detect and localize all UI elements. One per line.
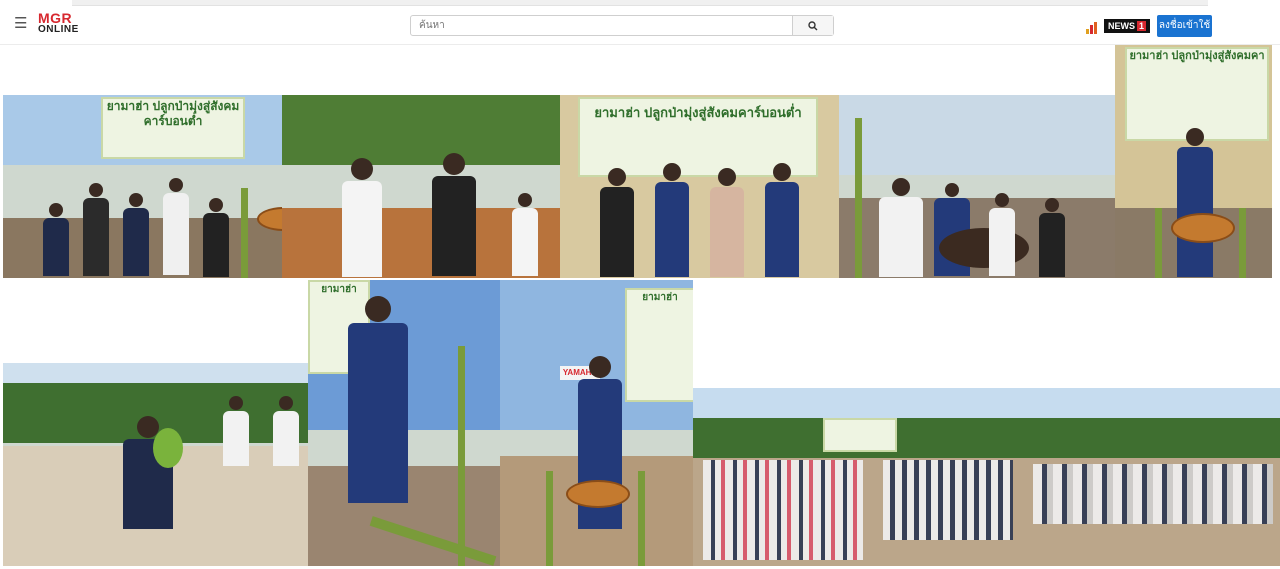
logo-top-text: MGR: [38, 10, 73, 26]
search-input[interactable]: [411, 16, 809, 35]
gallery-photo-9[interactable]: [693, 388, 1280, 566]
search-button[interactable]: [792, 16, 833, 35]
gallery-photo-7[interactable]: ยามาฮ่า: [308, 280, 500, 566]
site-header: ☰ MGR ONLINE NEWS1 ลงชื่อเข้าใช้: [0, 6, 1280, 45]
event-banner: ยามาฮ่า ปลูกป่ามุ่งสู่สังคมคาร์บอนต่ำ: [101, 97, 245, 159]
gallery-photo-1[interactable]: ยามาฮ่า ปลูกป่ามุ่งสู่สังคมคาร์บอนต่ำ: [3, 95, 282, 278]
hamburger-menu-icon[interactable]: ☰: [14, 16, 27, 32]
event-banner: [823, 418, 897, 452]
event-banner: ยามาฮ่า ปลูกป่ามุ่งสู่สังคมคา: [1125, 47, 1269, 141]
bar-chart-icon[interactable]: [1086, 22, 1098, 34]
gallery-photo-6[interactable]: [3, 363, 308, 566]
logo-bottom-text: ONLINE: [38, 24, 79, 35]
login-button[interactable]: ลงชื่อเข้าใช้: [1157, 15, 1212, 37]
search-icon: [808, 20, 818, 30]
news-badge-label: NEWS: [1108, 21, 1135, 31]
site-logo[interactable]: MGR ONLINE: [38, 10, 84, 38]
banner-text: ยามาฮ่า ปลูกป่ามุ่งสู่สังคมคาร์บอนต่ำ: [106, 99, 240, 128]
gallery-photo-2[interactable]: [282, 95, 560, 278]
news1-badge[interactable]: NEWS 1: [1104, 19, 1151, 33]
gallery-photo-3[interactable]: ยามาฮ่า ปลูกป่ามุ่งสู่สังคมคาร์บอนต่ำ: [560, 95, 839, 278]
search-box: [410, 15, 834, 36]
gallery-photo-8[interactable]: ยามาฮ่า YAMAHA: [500, 280, 693, 566]
banner-text: ยามาฮ่า ปลูกป่ามุ่งสู่สังคมคา: [1129, 50, 1265, 62]
gallery-photo-4[interactable]: [839, 95, 1115, 278]
banner-text: ยามาฮ่า ปลูกป่ามุ่งสู่สังคมคาร์บอนต่ำ: [594, 105, 802, 120]
gallery-photo-5[interactable]: ยามาฮ่า ปลูกป่ามุ่งสู่สังคมคา: [1115, 45, 1272, 278]
event-banner: ยามาฮ่า: [625, 288, 693, 402]
news-channel-number: 1: [1137, 21, 1147, 31]
banner-text: ยามาฮ่า: [321, 284, 357, 295]
banner-text: ยามาฮ่า: [642, 292, 678, 303]
